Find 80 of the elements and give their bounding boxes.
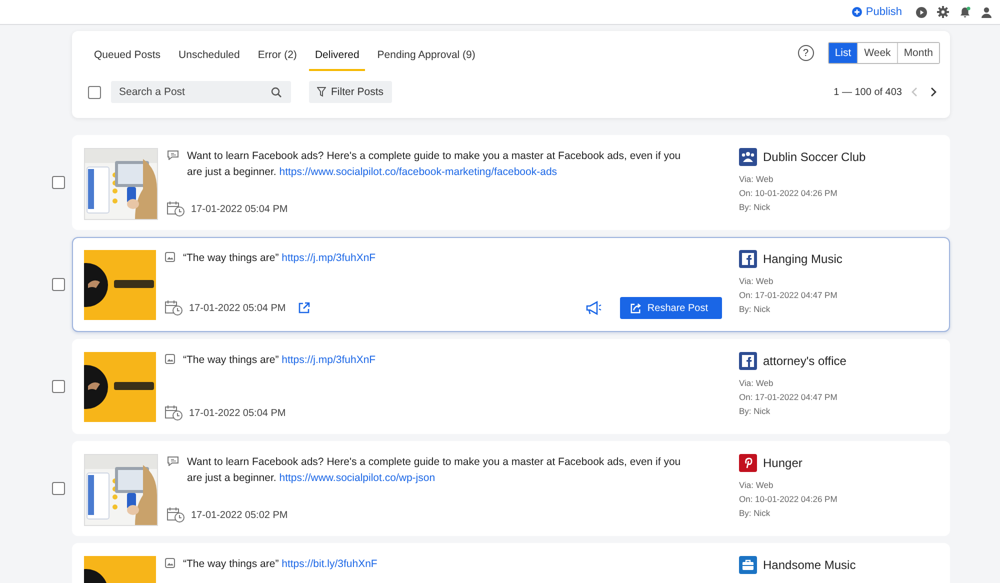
account-name: Handsome Music <box>763 558 856 572</box>
checkbox[interactable] <box>88 86 101 98</box>
user-icon[interactable] <box>981 6 992 18</box>
search-icon <box>271 86 282 98</box>
posted-on: On: 10-01-2022 04:26 PM <box>739 493 838 505</box>
image-icon <box>165 558 175 568</box>
post-text: “The way things are” https://j.mp/3fuhXnF <box>183 251 376 266</box>
account-name: attorney's office <box>763 354 846 368</box>
calendar-clock-icon <box>165 405 183 421</box>
view-toggle[interactable]: Month <box>896 43 939 63</box>
checkbox[interactable] <box>52 482 65 495</box>
calendar-clock-icon <box>167 201 185 217</box>
group-icon <box>739 148 757 166</box>
checkbox[interactable] <box>52 380 65 393</box>
search-field[interactable]: Search a Post <box>111 81 291 103</box>
speech-bubble-icon <box>167 150 179 160</box>
post-link[interactable]: https://j.mp/3fuhXnF <box>282 252 376 264</box>
funnel-icon <box>317 87 326 97</box>
post-time: 17-01-2022 05:04 PM <box>189 302 286 314</box>
speech-bubble-icon <box>167 456 179 466</box>
page-range: 1 — 100 of 403 <box>834 86 902 98</box>
help-button[interactable]: ? <box>798 45 814 61</box>
via-source: Via: Web <box>739 173 774 185</box>
posted-on: On: 17-01-2022 04:47 PM <box>739 391 838 403</box>
share-icon <box>630 302 642 314</box>
posted-on: On: 10-01-2022 04:26 PM <box>739 187 838 199</box>
calendar-clock-icon <box>165 300 183 316</box>
chevron-right-icon <box>930 87 937 97</box>
post-card[interactable]: “The way things are” https://bit.ly/3fuhXnF Handsome Music <box>72 543 950 583</box>
via-source: Via: Web <box>739 275 774 287</box>
filter-tab[interactable]: Delivered <box>308 35 366 71</box>
checkbox[interactable] <box>52 176 65 189</box>
checkbox[interactable] <box>52 278 65 291</box>
filter-tab[interactable]: Unscheduled <box>172 35 246 71</box>
account-name: Hanging Music <box>763 252 842 266</box>
post-text: Want to learn Facebook ads? Here's a complete guide to make you a master at Facebook ads, even if you are just a beginner. https://www.socialpilot.co/facebook-marketing/facebook-ads <box>187 149 682 180</box>
image-icon <box>165 354 175 364</box>
filter-tab[interactable]: Error (2) <box>252 35 303 71</box>
pinterest-icon <box>739 454 757 472</box>
chevron-left-icon <box>911 87 918 97</box>
posted-by: By: Nick <box>739 201 772 213</box>
post-link[interactable]: https://www.socialpilot.co/facebook-marketing/facebook-ads <box>279 166 558 178</box>
post-text: “The way things are” https://bit.ly/3fuhXnF <box>183 557 378 572</box>
posted-by: By: Nick <box>739 405 772 417</box>
account-name: Hunger <box>763 456 802 470</box>
via-source: Via: Web <box>739 377 774 389</box>
post-card[interactable] <box>72 441 950 536</box>
briefcase-icon <box>739 556 757 574</box>
view-toggle[interactable]: List <box>828 43 858 63</box>
post-time: 17-01-2022 05:02 PM <box>191 510 288 520</box>
post-card[interactable]: “The way things are” https://j.mp/3fuhXnF 17-01-2022 05:04 PM Reshare Post Hanging Music Via: Web On: 17-01-2022 04:47 PM By: Nick <box>72 237 950 332</box>
settings-icon[interactable] <box>937 6 949 18</box>
filter-tab[interactable]: Pending Approval (9) <box>371 35 482 71</box>
filter-tab[interactable]: Queued Posts <box>88 35 167 71</box>
reshare-button[interactable]: Reshare Post <box>620 297 722 319</box>
posted-by: By: Nick <box>739 303 772 315</box>
bell-icon[interactable] <box>959 6 971 18</box>
post-link[interactable]: https://j.mp/3fuhXnF <box>282 354 376 366</box>
filter-button[interactable]: Filter Posts <box>309 81 392 103</box>
posted-by: By: Nick <box>739 507 772 519</box>
post-card[interactable] <box>72 135 950 230</box>
via-source: Via: Web <box>739 479 774 491</box>
external-link-icon[interactable] <box>298 302 310 314</box>
play-icon[interactable] <box>916 6 927 18</box>
account-name: Dublin Soccer Club <box>763 150 866 164</box>
calendar-clock-icon <box>167 507 185 523</box>
post-time: 17-01-2022 05:04 PM <box>191 204 288 214</box>
post-text: Want to learn Facebook ads? Here's a complete guide to make you a master at Facebook ads, even if you are just a beginner. https://www.socialpilot.co/wp-json <box>187 455 682 486</box>
post-link[interactable]: https://www.socialpilot.co/wp-json <box>279 472 436 484</box>
plus-icon <box>852 7 862 17</box>
post-link[interactable]: https://bit.ly/3fuhXnF <box>282 558 378 570</box>
image-icon <box>165 252 175 262</box>
megaphone-icon[interactable] <box>586 301 602 315</box>
publish-button[interactable]: Publish <box>852 6 902 18</box>
posted-on: On: 17-01-2022 04:47 PM <box>739 289 838 301</box>
post-time: 17-01-2022 05:04 PM <box>189 408 286 418</box>
post-card[interactable]: “The way things are” https://j.mp/3fuhXnF 17-01-2022 05:04 PM attorney's office Via: Web On: 17-01-2022 04:47 PM By: Nick <box>72 339 950 434</box>
facebook-icon <box>739 250 757 268</box>
post-text: “The way things are” https://j.mp/3fuhXnF <box>183 353 376 368</box>
facebook-icon <box>739 352 757 370</box>
